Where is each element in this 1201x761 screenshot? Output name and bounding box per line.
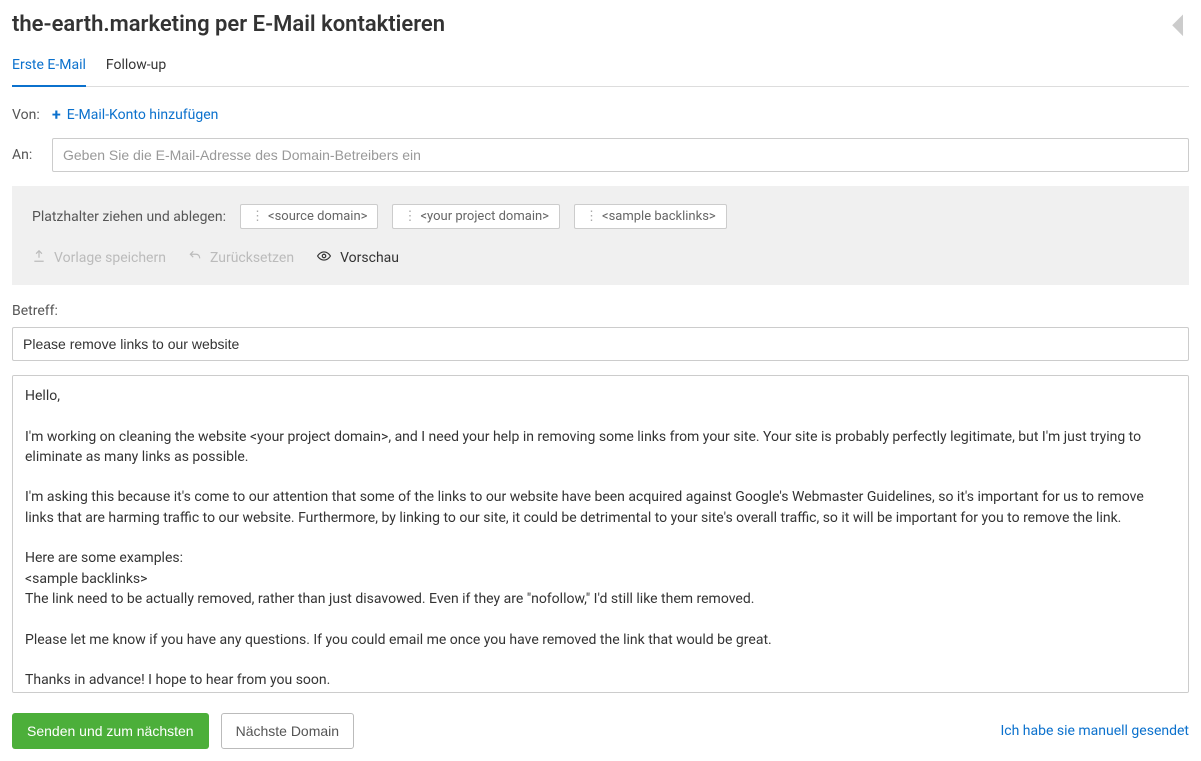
next-domain-button[interactable]: Nächste Domain (221, 713, 355, 749)
tab-followup[interactable]: Follow-up (106, 57, 166, 86)
save-template-button: Vorlage speichern (32, 249, 166, 267)
from-row: Von: + E-Mail-Konto hinzufügen (12, 105, 1189, 124)
subject-label: Betreff: (12, 303, 1189, 319)
add-email-account-link[interactable]: + E-Mail-Konto hinzufügen (52, 105, 218, 124)
send-and-next-button[interactable]: Senden und zum nächsten (12, 713, 209, 749)
chip-project-domain[interactable]: ⋮<your project domain> (392, 204, 560, 229)
reset-button: Zurücksetzen (188, 249, 294, 267)
placeholder-label: Platzhalter ziehen und ablegen: (32, 209, 226, 225)
manual-sent-link[interactable]: Ich habe sie manuell gesendet (1000, 723, 1189, 739)
chip-sample-backlinks[interactable]: ⋮<sample backlinks> (574, 204, 727, 229)
add-email-account-label: E-Mail-Konto hinzufügen (67, 107, 219, 123)
footer: Senden und zum nächsten Nächste Domain I… (12, 713, 1189, 749)
tab-first-email[interactable]: Erste E-Mail (12, 57, 86, 87)
chip-source-domain[interactable]: ⋮<source domain> (240, 204, 378, 229)
body-textarea[interactable] (12, 375, 1189, 693)
to-label: An: (12, 147, 42, 163)
tabs: Erste E-Mail Follow-up (12, 57, 1189, 87)
drag-icon: ⋮ (585, 209, 596, 224)
to-row: An: (12, 138, 1189, 172)
undo-icon (188, 249, 202, 267)
subject-input[interactable] (12, 327, 1189, 361)
page-title: the-earth.marketing per E-Mail kontaktie… (12, 12, 445, 37)
collapse-icon[interactable]: ◤ (1167, 10, 1195, 38)
upload-icon (32, 249, 46, 267)
to-input[interactable] (52, 138, 1189, 172)
placeholder-panel: Platzhalter ziehen und ablegen: ⋮<source… (12, 186, 1189, 285)
preview-button[interactable]: Vorschau (316, 249, 399, 267)
eye-icon (316, 249, 332, 267)
drag-icon: ⋮ (251, 209, 262, 224)
from-label: Von: (12, 107, 42, 123)
drag-icon: ⋮ (403, 209, 414, 224)
plus-icon: + (52, 105, 61, 124)
